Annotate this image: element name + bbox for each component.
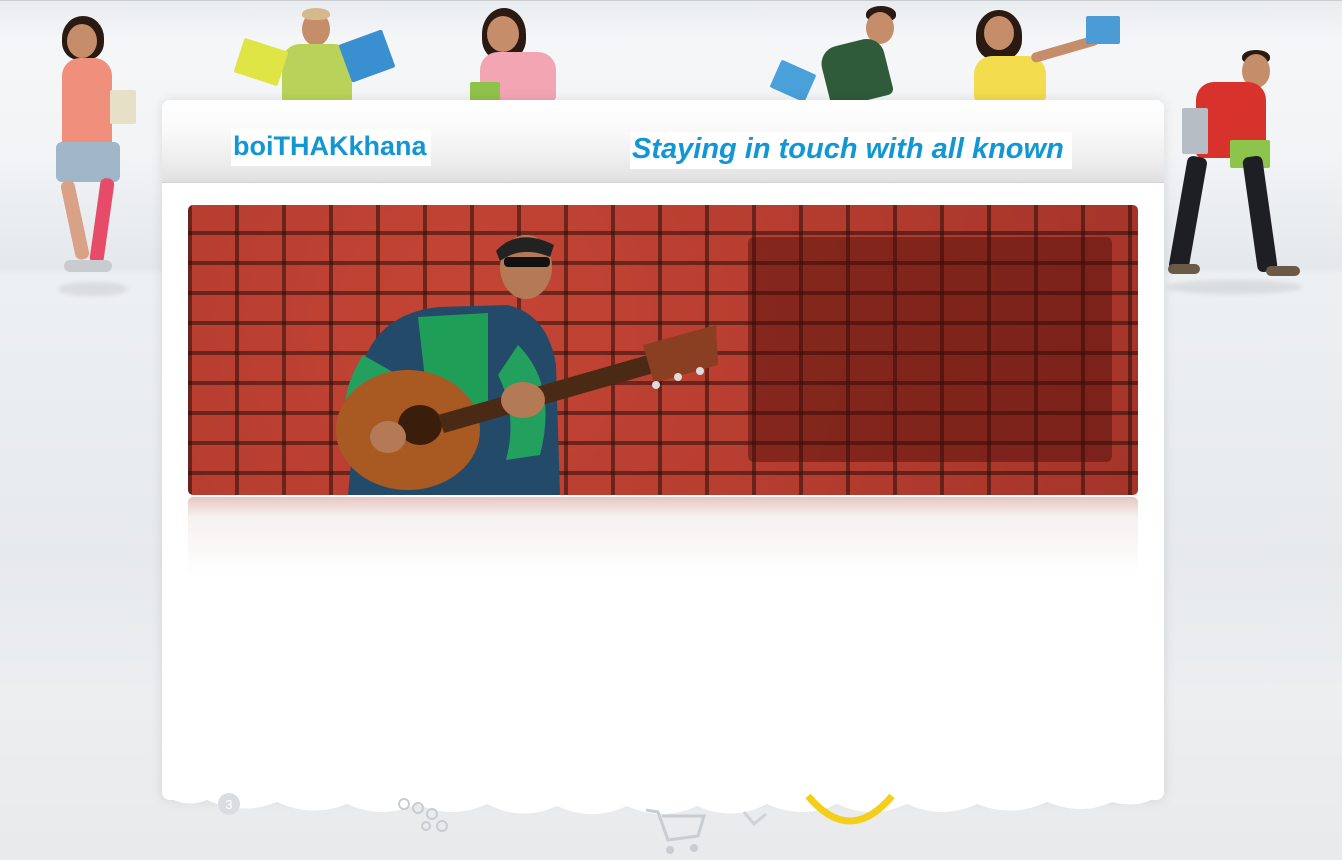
student-girl-left-figure xyxy=(40,10,150,300)
banner-reflection xyxy=(188,497,1138,577)
hero-banner xyxy=(188,205,1138,495)
arrow-icon xyxy=(742,811,767,827)
ring-icon xyxy=(805,793,895,825)
main-content-card: boiTHAKkhana Staying in touch with all k… xyxy=(162,100,1164,800)
student-girl-reaching-figure xyxy=(970,6,1130,102)
site-header: boiTHAKkhana Staying in touch with all k… xyxy=(162,100,1164,183)
student-boy-books-figure xyxy=(232,4,402,104)
student-boy-right-figure xyxy=(1166,48,1306,308)
page-top-border xyxy=(0,0,1342,1)
dots-icon xyxy=(398,798,448,832)
student-boy-pointing-figure xyxy=(768,4,908,109)
site-title[interactable]: boiTHAKkhana xyxy=(231,129,431,166)
site-tagline: Staying in touch with all known xyxy=(630,132,1072,169)
shopping-cart-icon xyxy=(645,808,707,854)
svg-text:3: 3 xyxy=(225,797,232,812)
guitarist-image xyxy=(336,235,718,495)
student-girl-center-figure xyxy=(468,6,568,102)
number-3-icon: 3 xyxy=(218,793,240,815)
